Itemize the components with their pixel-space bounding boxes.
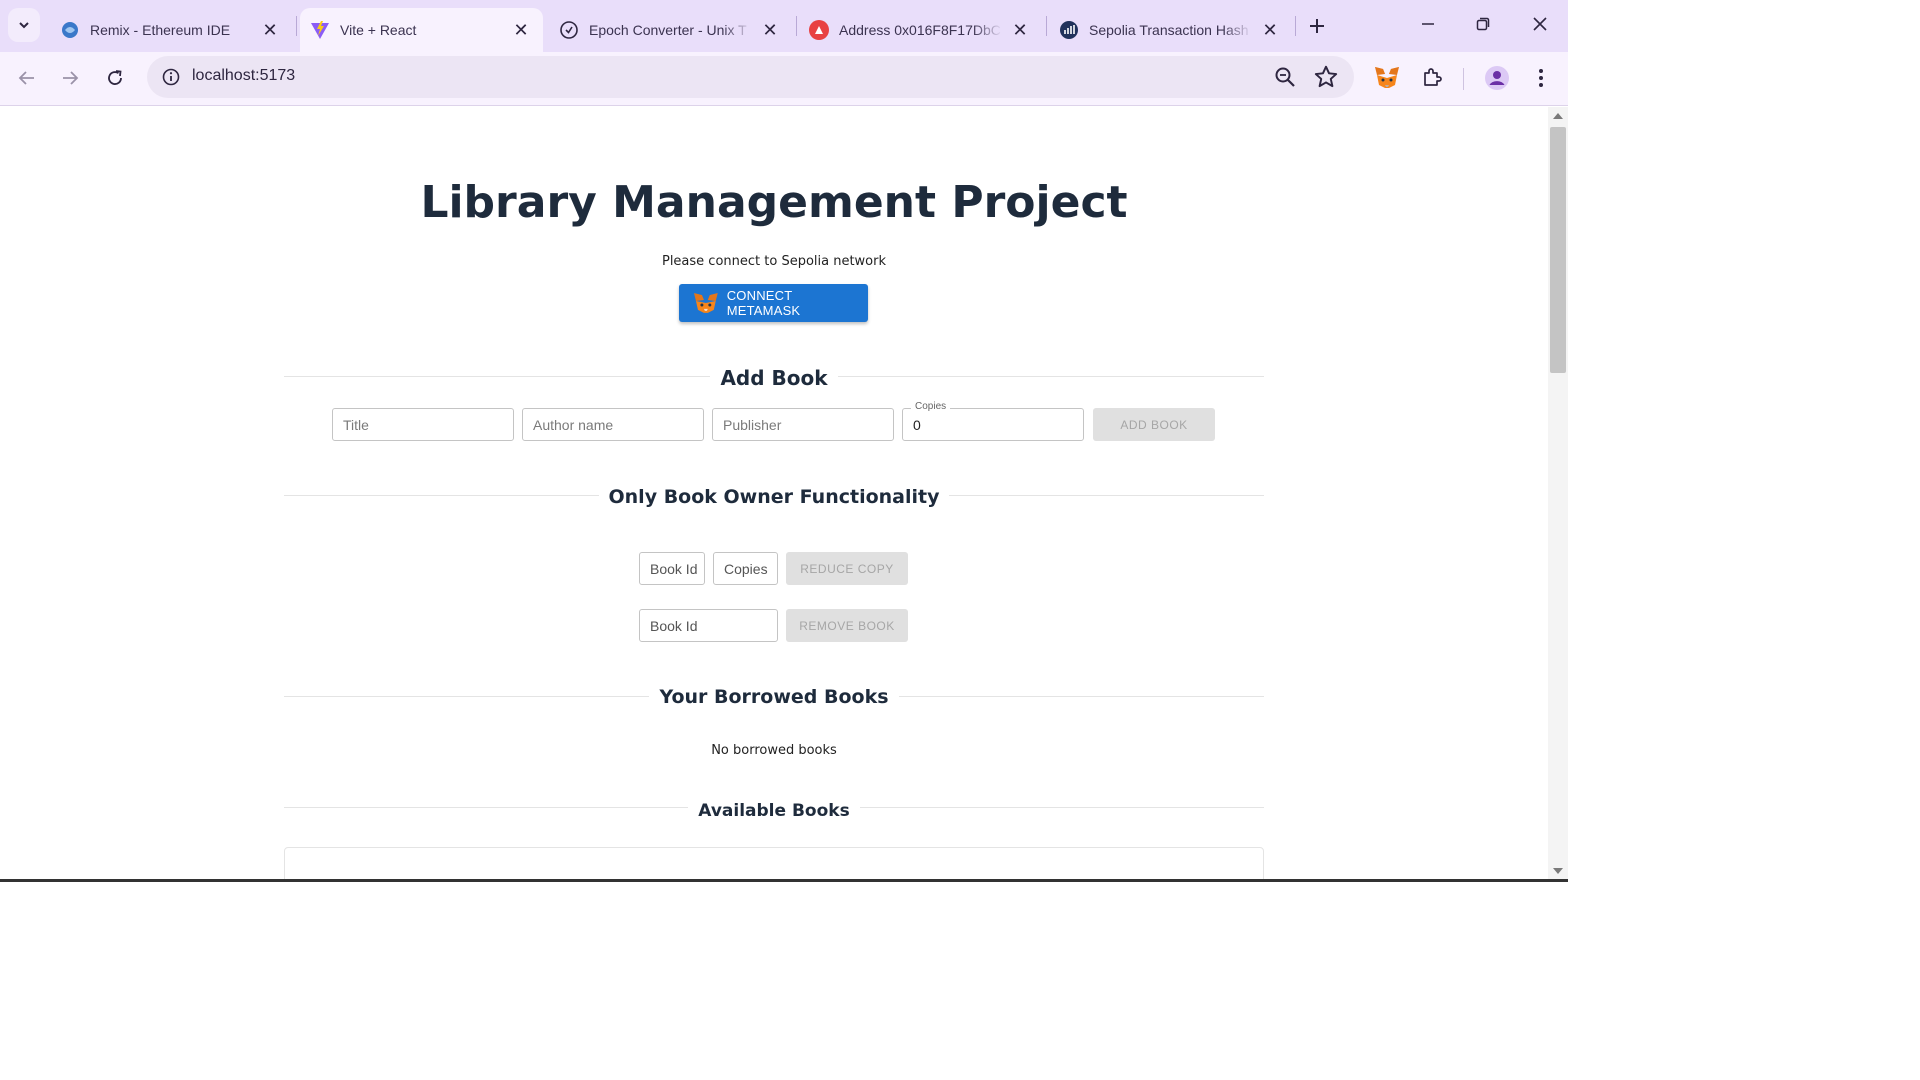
available-books-table <box>284 847 1264 882</box>
tab-sepolia-tx[interactable]: Sepolia Transaction Hash ✕ <box>1049 8 1292 52</box>
forward-button[interactable] <box>53 61 87 95</box>
remove-bookid-input[interactable]: Book Id <box>639 609 778 642</box>
tab-label: Address 0x016F8F17DbC <box>839 22 1001 38</box>
more-menu-icon[interactable] <box>1526 63 1556 93</box>
close-icon[interactable]: ✕ <box>260 20 280 40</box>
tab-remix[interactable]: Remix - Ethereum IDE ✕ <box>50 8 292 52</box>
add-book-heading: Add Book <box>0 366 1548 390</box>
tab-divider <box>1295 16 1296 36</box>
browser-toolbar: localhost:5173 <box>0 52 1568 106</box>
reduce-copies-placeholder: Copies <box>724 560 768 577</box>
connect-metamask-label: CONNECT METAMASK <box>726 288 801 318</box>
window-bottom-edge <box>0 879 1568 882</box>
borrowed-books-heading: Your Borrowed Books <box>0 686 1548 708</box>
reduce-copy-button[interactable]: REDUCE COPY <box>786 552 908 585</box>
available-books-heading: Available Books <box>0 801 1548 821</box>
page-viewport: Library Management Project Please connec… <box>0 107 1548 882</box>
page-scrollbar[interactable] <box>1548 107 1568 882</box>
zoom-icon[interactable] <box>1273 65 1297 89</box>
clock-icon <box>559 20 579 40</box>
tab-vite-react[interactable]: Vite + React ✕ <box>300 8 543 52</box>
close-icon[interactable]: ✕ <box>1010 20 1030 40</box>
scrollbar-thumb[interactable] <box>1550 127 1566 373</box>
tab-strip: Remix - Ethereum IDE ✕ Vite + React ✕ Ep… <box>0 0 1568 52</box>
url-text[interactable]: localhost:5173 <box>192 67 295 85</box>
tab-divider <box>1046 16 1047 36</box>
copies-input[interactable]: Copies 0 <box>902 401 1084 441</box>
new-tab-button[interactable] <box>1303 12 1331 40</box>
restore-icon <box>1476 17 1490 31</box>
tab-epoch-converter[interactable]: Epoch Converter - Unix T ✕ <box>549 8 792 52</box>
site-info-icon[interactable] <box>159 65 183 89</box>
tab-search-button[interactable] <box>8 8 40 42</box>
publisher-input[interactable]: Publisher <box>712 408 894 441</box>
borrowed-empty-text: No borrowed books <box>711 743 837 758</box>
reload-icon <box>108 70 122 85</box>
author-placeholder: Author name <box>533 416 614 433</box>
close-icon[interactable]: ✕ <box>760 20 780 40</box>
metamask-fox-icon <box>693 293 718 313</box>
close-icon[interactable]: ✕ <box>511 20 531 40</box>
connect-metamask-button[interactable]: CONNECT METAMASK <box>679 284 868 322</box>
remove-book-button[interactable]: REMOVE BOOK <box>786 609 908 642</box>
add-book-button[interactable]: ADD BOOK <box>1093 408 1215 441</box>
tab-address[interactable]: Address 0x016F8F17DbC ✕ <box>799 8 1042 52</box>
avalanche-icon <box>809 20 829 40</box>
close-window-button[interactable] <box>1520 6 1560 42</box>
owner-functionality-heading: Only Book Owner Functionality <box>0 486 1548 508</box>
copies-value: 0 <box>913 416 921 433</box>
address-bar[interactable]: localhost:5173 <box>147 56 1354 98</box>
arrow-left-icon <box>18 71 34 85</box>
close-icon <box>1533 17 1547 31</box>
title-placeholder: Title <box>343 416 369 433</box>
plus-icon <box>1310 19 1324 33</box>
network-notice: Please connect to Sepolia network <box>661 254 887 269</box>
arrow-right-icon <box>63 71 79 85</box>
remove-bookid-placeholder: Book Id <box>650 617 698 634</box>
reduce-bookid-placeholder: Book Id <box>650 560 698 577</box>
vite-icon <box>310 20 330 40</box>
tab-label: Epoch Converter - Unix T <box>589 22 747 38</box>
toolbar-divider <box>1463 68 1464 90</box>
remix-icon <box>60 20 80 40</box>
extensions-puzzle-icon[interactable] <box>1417 63 1447 93</box>
reload-button[interactable] <box>98 61 132 95</box>
close-icon[interactable]: ✕ <box>1260 20 1280 40</box>
tab-label: Vite + React <box>340 22 417 38</box>
restore-button[interactable] <box>1463 6 1503 42</box>
page-title: Library Management Project <box>420 177 1128 228</box>
tab-label: Remix - Ethereum IDE <box>90 22 231 38</box>
copies-label: Copies <box>911 401 951 412</box>
reduce-bookid-input[interactable]: Book Id <box>639 552 705 585</box>
author-input[interactable]: Author name <box>522 408 704 441</box>
bookmark-star-icon[interactable] <box>1313 64 1339 90</box>
back-button[interactable] <box>10 61 44 95</box>
scroll-up-icon[interactable] <box>1553 113 1563 119</box>
etherscan-icon <box>1059 20 1079 40</box>
tab-divider <box>796 16 797 36</box>
tab-divider <box>296 16 297 36</box>
chevron-down-icon <box>19 22 29 29</box>
publisher-placeholder: Publisher <box>723 416 782 433</box>
reduce-copies-input[interactable]: Copies <box>713 552 778 585</box>
minimize-icon <box>1422 23 1434 25</box>
title-input[interactable]: Title <box>332 408 514 441</box>
tab-label: Sepolia Transaction Hash <box>1089 22 1249 38</box>
minimize-button[interactable] <box>1408 6 1448 42</box>
scroll-down-icon[interactable] <box>1553 868 1563 874</box>
metamask-extension-icon[interactable] <box>1372 63 1402 93</box>
profile-avatar-icon[interactable] <box>1482 63 1512 93</box>
